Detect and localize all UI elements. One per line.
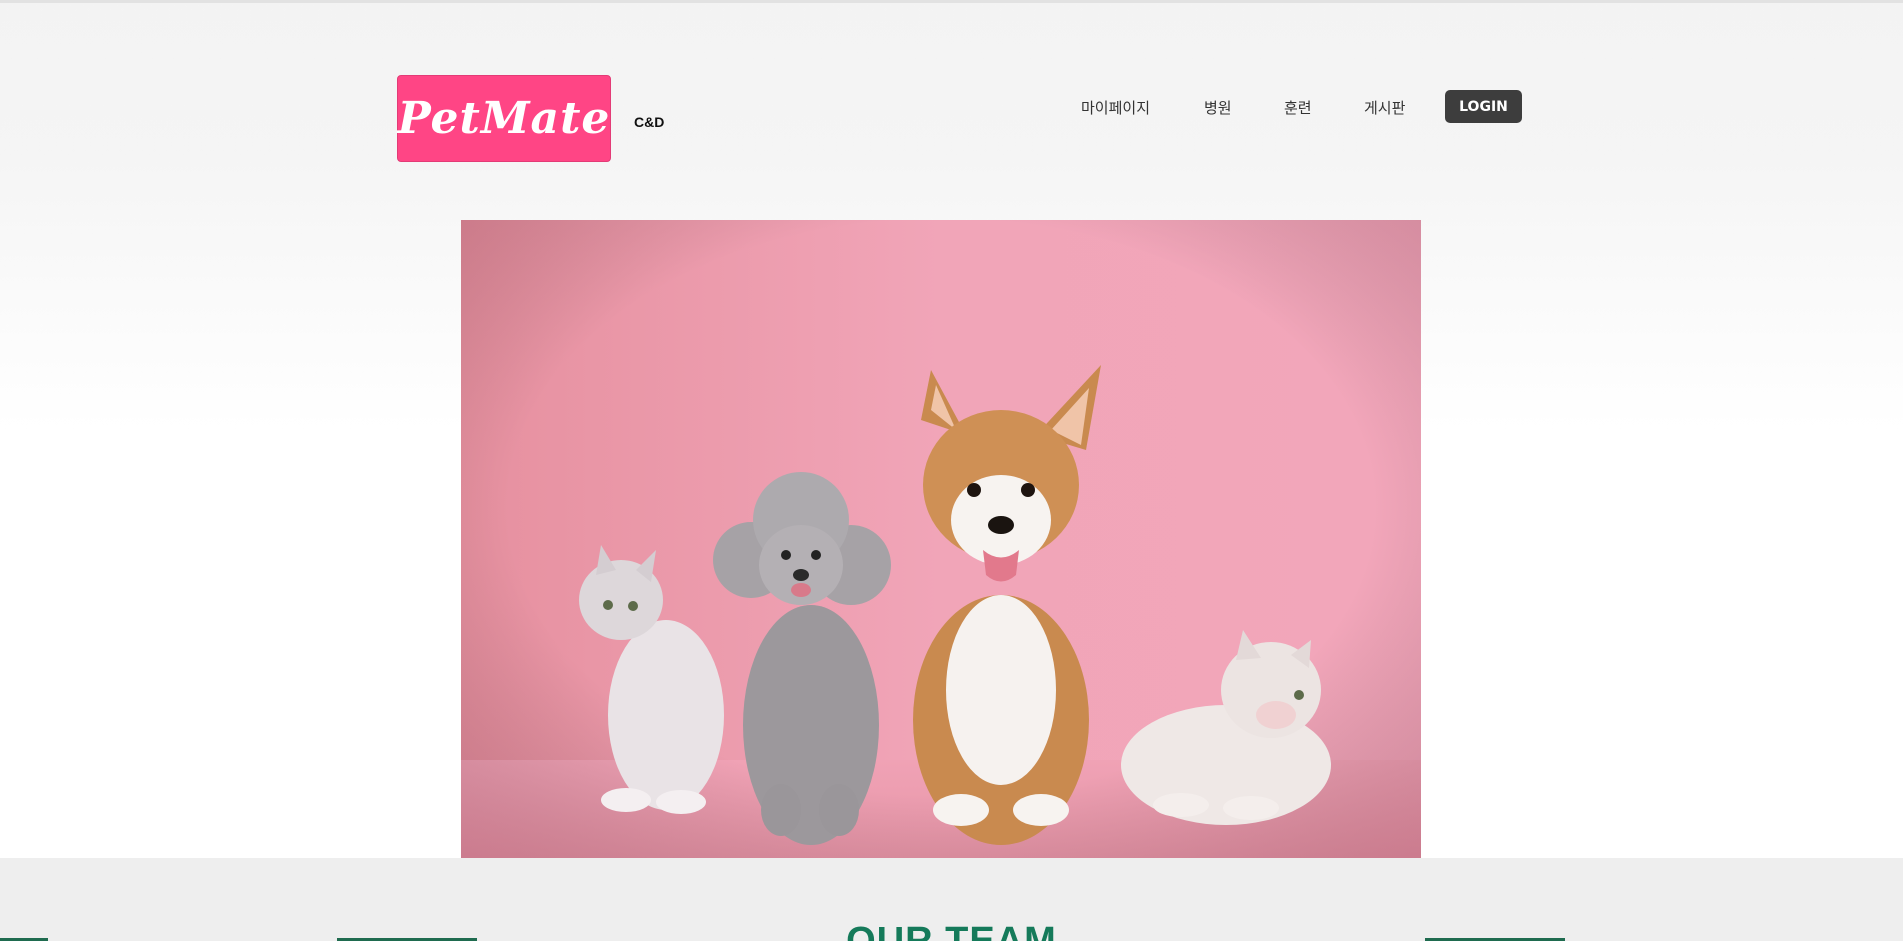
nav-training[interactable]: 훈련 xyxy=(1284,97,1312,117)
logo-text: PetMate xyxy=(397,93,611,144)
nav-hospital[interactable]: 병원 xyxy=(1204,97,1232,117)
nav-mypage[interactable]: 마이페이지 xyxy=(1081,97,1150,117)
team-section: OUR TEAM xyxy=(0,858,1903,941)
top-border xyxy=(0,0,1903,3)
nav-board[interactable]: 게시판 xyxy=(1364,97,1405,117)
logo-subtitle: C&D xyxy=(634,114,665,130)
team-title: OUR TEAM xyxy=(846,920,1057,941)
hero-image xyxy=(461,220,1421,858)
login-button[interactable]: LOGIN xyxy=(1445,90,1522,123)
logo[interactable]: PetMate xyxy=(397,75,611,162)
